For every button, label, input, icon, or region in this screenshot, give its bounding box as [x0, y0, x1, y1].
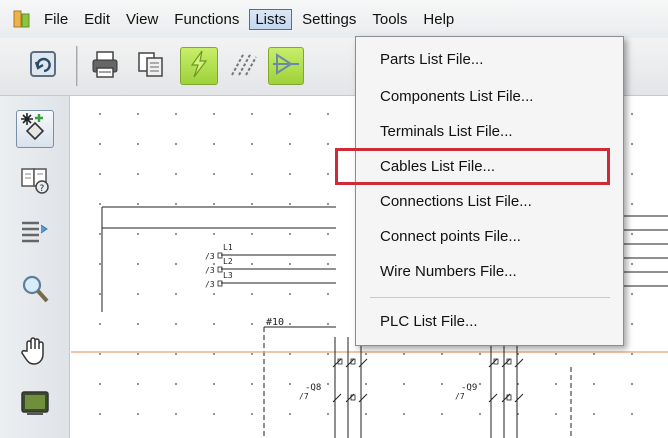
- menu-item-connections-list[interactable]: Connections List File...: [380, 189, 532, 215]
- menu-file[interactable]: File: [38, 9, 74, 30]
- lightning-icon: [184, 49, 214, 83]
- pan-hand-icon: [19, 335, 51, 371]
- menu-settings[interactable]: Settings: [296, 9, 362, 30]
- menu-edit[interactable]: Edit: [78, 9, 116, 30]
- lists-dropdown-menu: Parts List File... Components List File.…: [355, 36, 624, 346]
- book-help-button[interactable]: ?: [16, 162, 54, 200]
- menu-help[interactable]: Help: [417, 9, 460, 30]
- svg-text:?: ?: [40, 184, 45, 194]
- toolbar-separator: [76, 46, 78, 86]
- label-l3: L3: [223, 271, 233, 280]
- list-arrow-icon: [19, 215, 51, 251]
- arrow-icon: [271, 49, 301, 83]
- ref-prefix-2: /3: [205, 266, 215, 275]
- arrow-button[interactable]: [268, 47, 304, 85]
- ref-prefix-3: /3: [205, 280, 215, 289]
- lightning-button[interactable]: [180, 47, 218, 85]
- menu-item-wire-numbers[interactable]: Wire Numbers File...: [380, 259, 517, 285]
- menu-item-parts-list[interactable]: Parts List File...: [380, 47, 483, 73]
- menu-item-plc-list[interactable]: PLC List File...: [380, 309, 478, 335]
- cables-list-highlight-box: [335, 148, 610, 185]
- book-help-icon: ?: [19, 163, 51, 199]
- app-logo-icon: [12, 9, 32, 29]
- insert-component-button[interactable]: [16, 110, 54, 148]
- menu-view[interactable]: View: [120, 9, 164, 30]
- zoom-button[interactable]: [16, 272, 54, 310]
- ref-prefix-1: /3: [205, 252, 215, 261]
- menu-item-components-list[interactable]: Components List File...: [380, 84, 533, 110]
- screen-button[interactable]: [16, 386, 54, 424]
- menu-bar: File Edit View Functions Lists Settings …: [0, 0, 668, 38]
- label-l2: L2: [223, 257, 233, 266]
- label-l1: L1: [223, 243, 233, 252]
- menu-tools[interactable]: Tools: [366, 9, 413, 30]
- device-prefix-q9: /7: [455, 392, 465, 401]
- screen-icon: [19, 387, 51, 423]
- print-icon: [90, 49, 120, 83]
- copy-button[interactable]: [132, 47, 170, 85]
- pan-hand-button[interactable]: [16, 334, 54, 372]
- app-window: File Edit View Functions Lists Settings …: [0, 0, 668, 438]
- menu-item-connect-points[interactable]: Connect points File...: [380, 224, 521, 250]
- menu-separator: [370, 297, 610, 298]
- device-prefix-q8: /7: [299, 392, 309, 401]
- menu-item-terminals-list[interactable]: Terminals List File...: [380, 119, 513, 145]
- hatch-icon: [228, 49, 258, 83]
- rotate-button[interactable]: [24, 47, 62, 85]
- zoom-icon: [19, 273, 51, 309]
- list-arrow-button[interactable]: [16, 214, 54, 252]
- menu-functions[interactable]: Functions: [168, 9, 245, 30]
- copy-icon: [136, 49, 166, 83]
- left-toolbar: ?: [0, 96, 70, 438]
- marker-label: #10: [266, 317, 284, 328]
- print-button[interactable]: [86, 47, 124, 85]
- rotate-icon: [28, 49, 58, 83]
- hatch-button[interactable]: [224, 47, 262, 85]
- menu-lists[interactable]: Lists: [249, 8, 293, 30]
- insert-component-icon: [19, 111, 51, 147]
